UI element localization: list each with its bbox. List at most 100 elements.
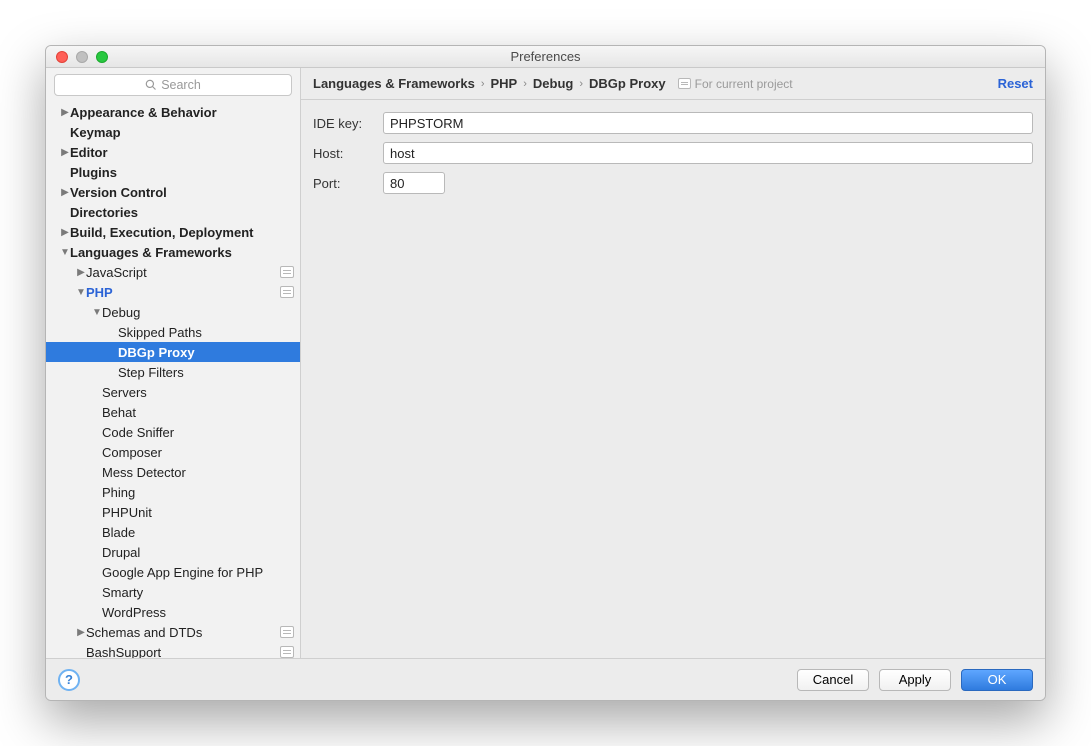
sidebar-item[interactable]: ▼PHP xyxy=(46,282,300,302)
chevron-right-icon: › xyxy=(481,78,485,90)
sidebar-item-label: Plugins xyxy=(70,165,117,180)
sidebar-item[interactable]: ▶BashSupport xyxy=(46,642,300,658)
breadcrumb-part: Debug xyxy=(533,76,573,91)
search-input[interactable]: Search xyxy=(54,74,292,96)
content-area: Search ▶Appearance & Behavior▶Keymap▶Edi… xyxy=(46,68,1045,658)
sidebar-item-label: Version Control xyxy=(70,185,167,200)
apply-button[interactable]: Apply xyxy=(879,669,951,691)
sidebar-item[interactable]: ▶Phing xyxy=(46,482,300,502)
sidebar-item[interactable]: ▼Debug xyxy=(46,302,300,322)
sidebar-item-label: Blade xyxy=(102,525,135,540)
reset-button[interactable]: Reset xyxy=(998,76,1033,91)
sidebar-item[interactable]: ▶Appearance & Behavior xyxy=(46,102,300,122)
zoom-icon[interactable] xyxy=(96,51,108,63)
sidebar-item[interactable]: ▶WordPress xyxy=(46,602,300,622)
preferences-window: Preferences Search ▶Appearance & Behavio… xyxy=(45,45,1046,701)
sidebar-item[interactable]: ▶Drupal xyxy=(46,542,300,562)
sidebar-item-label: Composer xyxy=(102,445,162,460)
sidebar-item-label: DBGp Proxy xyxy=(118,345,195,360)
sidebar-item[interactable]: ▼Languages & Frameworks xyxy=(46,242,300,262)
sidebar-item-label: BashSupport xyxy=(86,645,161,659)
scope-note: For current project xyxy=(678,77,793,91)
project-scope-icon xyxy=(280,286,294,298)
sidebar-item[interactable]: ▶Skipped Paths xyxy=(46,322,300,342)
search-icon xyxy=(145,79,157,91)
sidebar-item-label: PHPUnit xyxy=(102,505,152,520)
footer: ? Cancel Apply OK xyxy=(46,658,1045,700)
sidebar-item-label: Skipped Paths xyxy=(118,325,202,340)
sidebar-item-label: Editor xyxy=(70,145,108,160)
sidebar-item[interactable]: ▶Smarty xyxy=(46,582,300,602)
main-panel: Languages & Frameworks › PHP › Debug › D… xyxy=(301,68,1045,658)
sidebar-item[interactable]: ▶Directories xyxy=(46,202,300,222)
sidebar: Search ▶Appearance & Behavior▶Keymap▶Edi… xyxy=(46,68,301,658)
sidebar-item[interactable]: ▶Keymap xyxy=(46,122,300,142)
sidebar-item-label: WordPress xyxy=(102,605,166,620)
sidebar-item-label: Step Filters xyxy=(118,365,184,380)
sidebar-item[interactable]: ▶Editor xyxy=(46,142,300,162)
sidebar-item-label: Behat xyxy=(102,405,136,420)
cancel-button[interactable]: Cancel xyxy=(797,669,869,691)
sidebar-item-label: Appearance & Behavior xyxy=(70,105,217,120)
sidebar-item[interactable]: ▶Step Filters xyxy=(46,362,300,382)
sidebar-item-label: Servers xyxy=(102,385,147,400)
sidebar-item-label: Drupal xyxy=(102,545,140,560)
sidebar-item-label: Phing xyxy=(102,485,135,500)
sidebar-item[interactable]: ▶Version Control xyxy=(46,182,300,202)
sidebar-item-label: Keymap xyxy=(70,125,121,140)
chevron-right-icon: › xyxy=(523,78,527,90)
sidebar-item-label: Mess Detector xyxy=(102,465,186,480)
settings-form: IDE key: Host: Port: xyxy=(301,100,1045,206)
ide-key-field[interactable] xyxy=(383,112,1033,134)
traffic-lights xyxy=(46,51,108,63)
sidebar-item[interactable]: ▶Code Sniffer xyxy=(46,422,300,442)
chevron-down-icon: ▼ xyxy=(60,247,70,258)
search-placeholder: Search xyxy=(161,78,201,92)
breadcrumb-part: DBGp Proxy xyxy=(589,76,666,91)
sidebar-item-label: Languages & Frameworks xyxy=(70,245,232,260)
sidebar-item[interactable]: ▶Build, Execution, Deployment xyxy=(46,222,300,242)
sidebar-item-label: Smarty xyxy=(102,585,143,600)
scope-note-text: For current project xyxy=(695,77,793,91)
sidebar-item[interactable]: ▶PHPUnit xyxy=(46,502,300,522)
chevron-right-icon: ▶ xyxy=(60,187,70,198)
sidebar-item[interactable]: ▶Servers xyxy=(46,382,300,402)
sidebar-item-label: Directories xyxy=(70,205,138,220)
sidebar-item[interactable]: ▶Behat xyxy=(46,402,300,422)
chevron-right-icon: › xyxy=(579,78,583,90)
breadcrumb: Languages & Frameworks › PHP › Debug › D… xyxy=(301,68,1045,100)
window-title: Preferences xyxy=(46,49,1045,64)
chevron-right-icon: ▶ xyxy=(76,627,86,638)
project-scope-icon xyxy=(280,266,294,278)
sidebar-item[interactable]: ▶Composer xyxy=(46,442,300,462)
port-label: Port: xyxy=(313,176,375,191)
sidebar-item[interactable]: ▶Schemas and DTDs xyxy=(46,622,300,642)
host-label: Host: xyxy=(313,146,375,161)
minimize-icon[interactable] xyxy=(76,51,88,63)
sidebar-item[interactable]: ▶Mess Detector xyxy=(46,462,300,482)
breadcrumb-part: PHP xyxy=(491,76,518,91)
sidebar-item[interactable]: ▶JavaScript xyxy=(46,262,300,282)
sidebar-item-label: Debug xyxy=(102,305,140,320)
close-icon[interactable] xyxy=(56,51,68,63)
project-scope-icon xyxy=(280,626,294,638)
sidebar-item-label: Google App Engine for PHP xyxy=(102,565,263,580)
breadcrumb-part: Languages & Frameworks xyxy=(313,76,475,91)
titlebar: Preferences xyxy=(46,46,1045,68)
host-field[interactable] xyxy=(383,142,1033,164)
chevron-down-icon: ▼ xyxy=(76,287,86,298)
chevron-down-icon: ▼ xyxy=(92,307,102,318)
sidebar-item[interactable]: ▶Plugins xyxy=(46,162,300,182)
sidebar-item[interactable]: ▶Blade xyxy=(46,522,300,542)
sidebar-item-label: Code Sniffer xyxy=(102,425,174,440)
search-wrap: Search xyxy=(46,68,300,102)
sidebar-item[interactable]: ▶Google App Engine for PHP xyxy=(46,562,300,582)
help-button[interactable]: ? xyxy=(58,669,80,691)
ok-button[interactable]: OK xyxy=(961,669,1033,691)
sidebar-item[interactable]: ▶DBGp Proxy xyxy=(46,342,300,362)
port-field[interactable] xyxy=(383,172,445,194)
settings-tree[interactable]: ▶Appearance & Behavior▶Keymap▶Editor▶Plu… xyxy=(46,102,300,658)
sidebar-item-label: JavaScript xyxy=(86,265,147,280)
chevron-right-icon: ▶ xyxy=(60,227,70,238)
chevron-right-icon: ▶ xyxy=(60,147,70,158)
